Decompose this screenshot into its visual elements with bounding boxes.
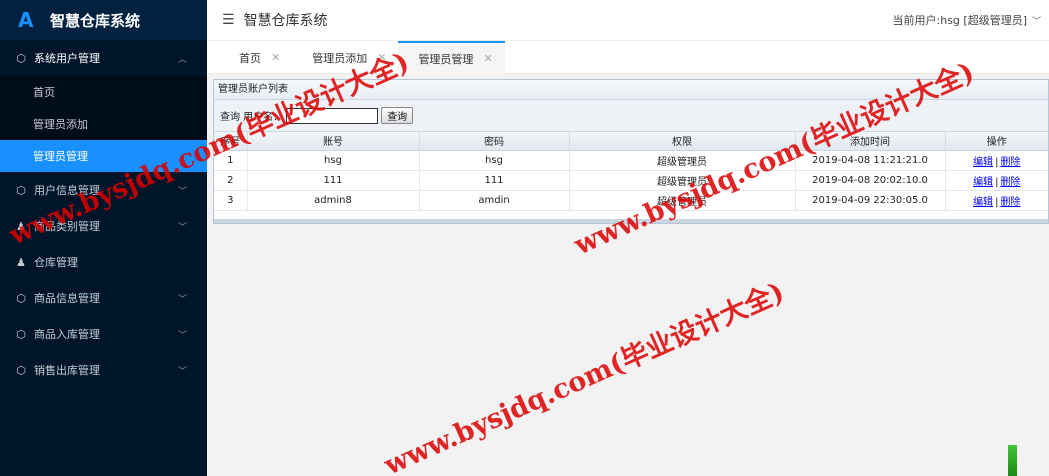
- user-icon: ♟: [16, 219, 26, 233]
- sidebar-group-label: 商品信息管理: [34, 292, 100, 305]
- tab-label: 管理员管理: [418, 52, 474, 66]
- tab-admin-add[interactable]: 管理员添加 ✕: [292, 41, 398, 74]
- sidebar-group-label: 商品入库管理: [34, 328, 100, 341]
- column-header: 密码: [419, 132, 570, 151]
- close-icon[interactable]: ✕: [271, 51, 280, 64]
- search-label: 查询 用户名：: [220, 112, 284, 123]
- column-header: 账号: [247, 132, 420, 151]
- delete-link[interactable]: 删除: [1000, 177, 1020, 188]
- edit-link[interactable]: 编辑: [973, 157, 993, 168]
- tab-label: 首页: [239, 51, 261, 65]
- row-role: 超级管理员: [569, 150, 796, 171]
- top-header: ☰ 智慧仓库系统 当前用户:hsg [超级管理员] ﹀: [207, 0, 1049, 41]
- edit-link[interactable]: 编辑: [973, 197, 993, 208]
- cube-icon: ⬡: [16, 183, 26, 197]
- sidebar-group-label: 商品类别管理: [34, 220, 100, 233]
- cube-icon: ⬡: [16, 363, 26, 377]
- edit-link[interactable]: 编辑: [973, 177, 993, 188]
- cube-icon: ⬡: [16, 291, 26, 305]
- column-header: 权限: [569, 132, 796, 151]
- row-password: 111: [419, 170, 570, 191]
- row-index: 2: [214, 170, 248, 191]
- row-actions: 编辑 | 删除: [945, 190, 1048, 211]
- row-role: 超级管理员: [569, 190, 796, 211]
- table-row: 3 admin8 amdin 超级管理员 2019-04-09 22:30:05…: [214, 190, 1048, 211]
- cube-icon: ⬡: [16, 51, 26, 65]
- tab-bar: 首页 ✕ 管理员添加 ✕ 管理员管理 ✕: [207, 41, 1049, 74]
- row-actions: 编辑 | 删除: [945, 150, 1048, 171]
- chevron-down-icon: ﹀: [177, 294, 187, 305]
- corner-marker: [1008, 445, 1017, 476]
- chevron-up-icon: ︿: [177, 54, 187, 65]
- header-title: 智慧仓库系统: [243, 13, 328, 29]
- tab-label: 管理员添加: [312, 51, 368, 65]
- row-account: 111: [247, 170, 420, 191]
- sidebar-item-admin-manage[interactable]: 管理员管理: [0, 140, 207, 172]
- sidebar-group-label: 系统用户管理: [34, 52, 100, 65]
- chevron-down-icon: ﹀: [177, 330, 187, 341]
- chevron-down-icon: ﹀: [177, 222, 187, 233]
- sidebar-group-user-info[interactable]: ⬡ 用户信息管理 ﹀: [0, 172, 207, 208]
- search-bar: 查询 用户名： 查询: [214, 100, 1048, 132]
- row-password: hsg: [419, 150, 570, 171]
- action-separator: |: [995, 176, 999, 188]
- table-row: 2 111 111 超级管理员 2019-04-08 20:02:10.0 编辑…: [214, 170, 1048, 191]
- sidebar-group-sales-out[interactable]: ⬡ 销售出库管理 ﹀: [0, 352, 207, 388]
- table-header-row: 序号 账号 密码 权限 添加时间 操作: [214, 132, 1048, 151]
- chevron-down-icon: ﹀: [177, 186, 187, 197]
- sidebar-group-category[interactable]: ♟ 商品类别管理 ﹀: [0, 208, 207, 244]
- row-role: 超级管理员: [569, 170, 796, 191]
- search-button[interactable]: 查询: [381, 107, 414, 124]
- column-header: 序号: [214, 132, 248, 151]
- chevron-down-icon: ﹀: [177, 366, 187, 377]
- row-account: hsg: [247, 150, 420, 171]
- admin-list-panel: 管理员账户列表 查询 用户名： 查询 序号 账号 密码 权限 添加时间 操作 1: [213, 79, 1049, 224]
- action-separator: |: [995, 156, 999, 168]
- row-index: 1: [214, 150, 248, 171]
- sidebar-group-warehouse[interactable]: ♟ 仓库管理: [0, 244, 207, 280]
- sidebar-item-home[interactable]: 首页: [0, 76, 207, 108]
- sidebar-item-admin-add[interactable]: 管理员添加: [0, 108, 207, 140]
- current-user[interactable]: 当前用户:hsg [超级管理员]: [893, 12, 1027, 28]
- delete-link[interactable]: 删除: [1000, 197, 1020, 208]
- row-time: 2019-04-09 22:30:05.0: [795, 190, 946, 211]
- menu-toggle-icon[interactable]: ☰: [222, 12, 235, 28]
- sidebar: A 智慧仓库系统 ⬡ 系统用户管理 ︿ 首页 管理员添加 管理员管理 ⬡ 用户信…: [0, 0, 207, 476]
- row-time: 2019-04-08 20:02:10.0: [795, 170, 946, 191]
- chevron-down-icon[interactable]: ﹀: [1032, 14, 1041, 27]
- username-search-input[interactable]: [286, 107, 379, 124]
- admin-table: 序号 账号 密码 权限 添加时间 操作 1 hsg hsg 超级管理员 2019…: [214, 132, 1048, 211]
- tab-admin-manage[interactable]: 管理员管理 ✕: [398, 41, 505, 74]
- close-icon[interactable]: ✕: [483, 52, 492, 65]
- app-title: 智慧仓库系统: [50, 11, 141, 30]
- panel-bottom-bar: [214, 219, 1048, 223]
- app-logo[interactable]: A 智慧仓库系统: [0, 0, 207, 40]
- sidebar-group-stock-in[interactable]: ⬡ 商品入库管理 ﹀: [0, 316, 207, 352]
- sidebar-group-goods-info[interactable]: ⬡ 商品信息管理 ﹀: [0, 280, 207, 316]
- row-actions: 编辑 | 删除: [945, 170, 1048, 191]
- sidebar-group-label: 仓库管理: [34, 256, 78, 269]
- column-header: 操作: [945, 132, 1048, 151]
- sidebar-group-label: 销售出库管理: [34, 364, 100, 377]
- sidebar-submenu: 首页 管理员添加 管理员管理: [0, 76, 207, 172]
- row-index: 3: [214, 190, 248, 211]
- delete-link[interactable]: 删除: [1000, 157, 1020, 168]
- action-separator: |: [995, 196, 999, 208]
- row-account: admin8: [247, 190, 420, 211]
- cube-icon: ⬡: [16, 327, 26, 341]
- sidebar-group-system-users[interactable]: ⬡ 系统用户管理 ︿: [0, 40, 207, 76]
- row-time: 2019-04-08 11:21:21.0: [795, 150, 946, 171]
- sidebar-group-label: 用户信息管理: [34, 184, 100, 197]
- column-header: 添加时间: [795, 132, 946, 151]
- close-icon[interactable]: ✕: [377, 51, 386, 64]
- user-icon: ♟: [16, 255, 26, 269]
- logo-icon: A: [18, 8, 34, 32]
- content-area: 管理员账户列表 查询 用户名： 查询 序号 账号 密码 权限 添加时间 操作 1: [207, 74, 1049, 476]
- tab-home[interactable]: 首页 ✕: [219, 41, 292, 74]
- panel-title: 管理员账户列表: [214, 80, 1048, 100]
- table-row: 1 hsg hsg 超级管理员 2019-04-08 11:21:21.0 编辑…: [214, 150, 1048, 171]
- row-password: amdin: [419, 190, 570, 211]
